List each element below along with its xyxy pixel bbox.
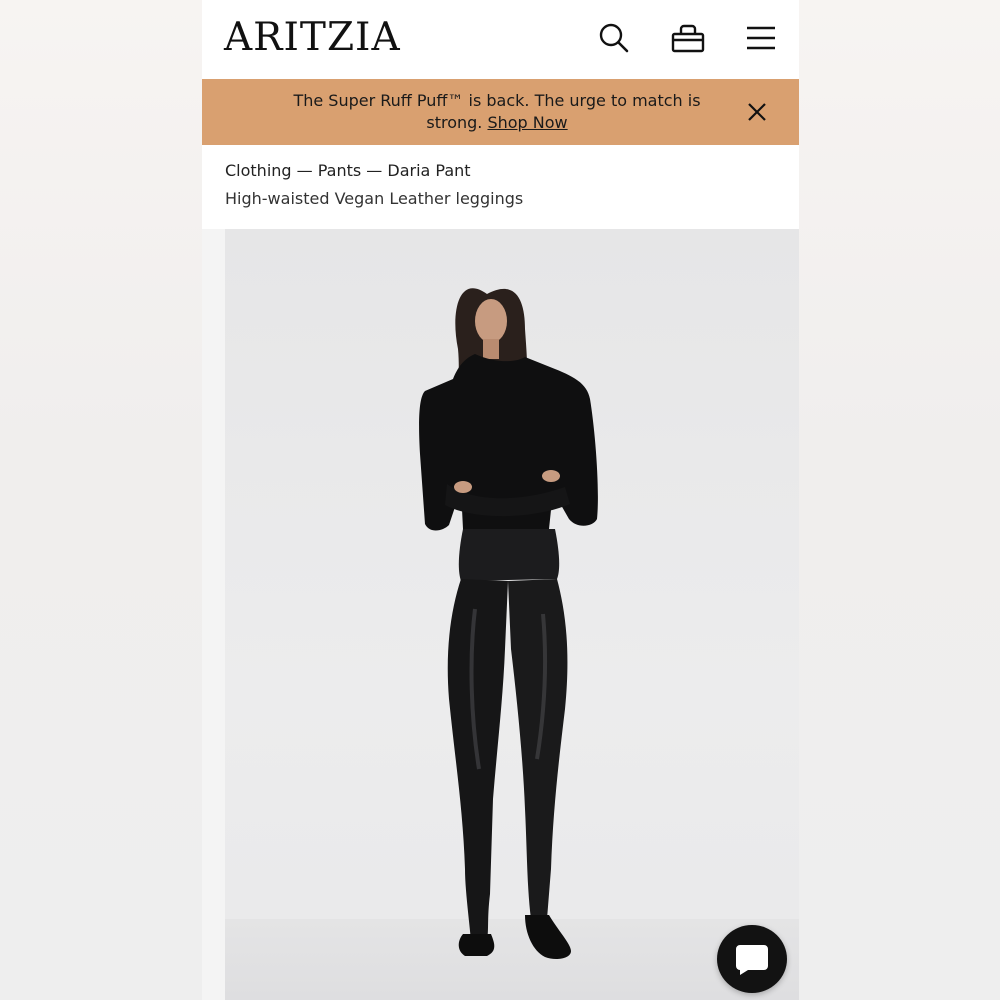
mobile-page: ARITZIA The Super Ruff Puff™ is back. Th… [202, 0, 799, 1000]
aritzia-logo[interactable]: ARITZIA [224, 15, 401, 60]
model-figure-image [419, 288, 598, 959]
shop-now-link[interactable]: Shop Now [487, 113, 567, 132]
menu-button[interactable] [744, 20, 778, 56]
product-info: Clothing — Pants — Daria Pant High-waist… [202, 145, 799, 229]
promo-message: The Super Ruff Puff™ is back. The urge t… [277, 90, 717, 134]
image-gutter [202, 229, 225, 1000]
close-icon [748, 103, 766, 121]
hamburger-menu-icon [747, 26, 775, 50]
promo-banner: The Super Ruff Puff™ is back. The urge t… [202, 79, 799, 145]
breadcrumb[interactable]: Clothing — Pants — Daria Pant [225, 161, 471, 180]
site-header: ARITZIA [202, 0, 799, 79]
shopping-bag-icon [671, 24, 705, 53]
shopping-bag-button[interactable] [671, 20, 705, 56]
product-image[interactable] [202, 229, 799, 1000]
search-button[interactable] [597, 20, 631, 56]
chat-bubble-icon [736, 945, 768, 975]
chat-button[interactable] [717, 925, 787, 993]
promo-close-button[interactable] [745, 100, 769, 124]
product-subtitle: High-waisted Vegan Leather leggings [225, 189, 524, 208]
search-icon [599, 23, 629, 53]
